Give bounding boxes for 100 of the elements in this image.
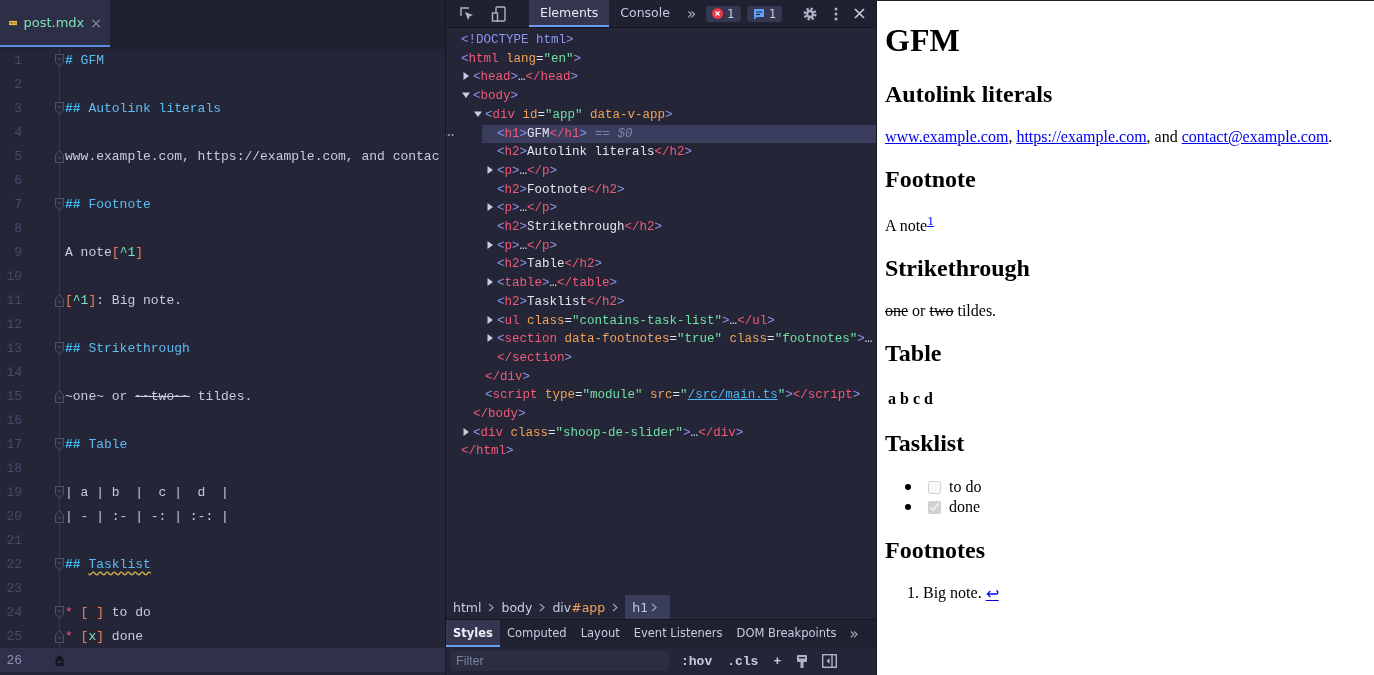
dom-node-label: <h2>Table</h2> [497, 256, 603, 274]
fold-marker-icon[interactable] [54, 101, 64, 115]
fold-marker-icon[interactable] [54, 389, 64, 403]
dom-node-label: <body> [473, 88, 519, 106]
link[interactable]: https://example.com [1016, 127, 1147, 145]
fold-marker-icon[interactable] [54, 149, 64, 163]
error-count-badge[interactable]: 1 [706, 5, 741, 22]
breadcrumb[interactable]: body [501, 595, 533, 619]
code-line: A note[^1] [65, 244, 144, 260]
fold-marker-icon[interactable] [54, 197, 64, 211]
collapsed-triangle-icon[interactable] [486, 334, 494, 343]
close-tab-button[interactable]: × [90, 14, 102, 31]
fold-marker-icon[interactable] [54, 437, 64, 451]
fold-marker-icon[interactable] [54, 53, 64, 67]
fold-marker-icon[interactable] [54, 509, 64, 523]
collapsed-triangle-icon[interactable] [486, 203, 494, 212]
dom-node-label: <h2>Strikethrough</h2> [497, 219, 663, 237]
collapsed-triangle-icon[interactable] [486, 240, 494, 249]
bullet-icon [905, 504, 911, 511]
sidebar-toggle-icon[interactable] [822, 654, 838, 668]
table-header-cell: a [887, 388, 897, 409]
dom-tree-row[interactable]: <div id="app" data-v-app> [470, 105, 876, 125]
dom-tree-row[interactable]: <script type="module" src="/src/main.ts"></script> [470, 386, 876, 406]
panel-tab[interactable]: Styles [446, 620, 500, 647]
fold-marker-icon[interactable] [54, 341, 64, 355]
fold-marker-icon[interactable] [54, 485, 64, 499]
collapsed-triangle-icon[interactable] [486, 315, 494, 324]
panel-tab[interactable]: Computed [499, 620, 574, 647]
collapsed-triangle-icon[interactable] [486, 278, 494, 287]
collapsed-triangle-icon[interactable] [462, 72, 470, 81]
line-number: 26 [5, 652, 22, 668]
dom-tree-row[interactable]: <head>…</head> [458, 68, 876, 88]
more-tabs-button[interactable]: » [843, 620, 869, 647]
console-reference: == $0 [595, 125, 633, 143]
settings-icon[interactable] [802, 5, 819, 22]
collapsed-triangle-icon[interactable] [486, 165, 494, 174]
code-line: | - | :- | -: | :-: | [65, 508, 229, 524]
file-tab[interactable]: post.mdx × [0, 0, 110, 47]
breadcrumb[interactable]: h1 [625, 595, 671, 619]
task-label: to do [949, 478, 982, 497]
panel-tab[interactable]: Event Listeners [626, 620, 730, 647]
footnote-text: Big note. [923, 584, 982, 604]
panel-tab[interactable]: DOM Breakpoints [729, 620, 844, 647]
chevron-right-icon [651, 602, 658, 612]
back-reference-link[interactable]: ↩ [985, 584, 999, 604]
message-count-badge[interactable]: 1 [746, 5, 783, 22]
code-line: [^1]: Big note. [65, 292, 183, 308]
devtools-tab[interactable]: Elements [529, 0, 610, 27]
fold-marker-icon[interactable] [54, 293, 64, 307]
expanded-triangle-icon[interactable] [462, 91, 470, 100]
dom-tree-row[interactable]: <!DOCTYPE html> [446, 31, 876, 50]
style-tool-button[interactable]: :hov [681, 653, 713, 669]
dom-tree-row[interactable]: <h2>Table</h2> [482, 255, 876, 275]
dom-tree-row[interactable]: <ul class="contains-task-list">…</ul> [482, 311, 876, 331]
code-line: ## Footnote [65, 196, 151, 212]
dom-tree-row[interactable]: <p>…</p> [482, 199, 876, 219]
dom-tree-row[interactable]: <html lang="en"> [446, 49, 876, 69]
dom-node-label: <div class="shoop-de-slider">…</div> [473, 424, 744, 442]
dom-tree-row[interactable]: <p>…</p> [482, 161, 876, 181]
dom-tree-row[interactable]: <div class="shoop-de-slider">…</div> [458, 423, 876, 443]
dom-tree-row[interactable]: <h2>Strikethrough</h2> [482, 218, 876, 237]
panel-tab[interactable]: Layout [573, 620, 627, 647]
dom-tree-row[interactable]: <h2>Autolink literals</h2> [482, 143, 876, 162]
dom-tree-row[interactable]: <p>…</p> [482, 236, 876, 256]
device-toggle-icon[interactable] [491, 5, 507, 22]
style-tool-button[interactable]: .cls [727, 653, 759, 669]
more-icon[interactable] [446, 132, 454, 137]
dom-node-label: <html lang="en"> [461, 50, 582, 68]
breadcrumb[interactable]: div#app [552, 595, 606, 619]
mdx-file-icon [9, 18, 18, 27]
link[interactable]: www.example.com [885, 127, 1009, 145]
collapsed-triangle-icon[interactable] [462, 427, 470, 436]
fold-marker-icon[interactable] [54, 629, 64, 643]
close-icon[interactable] [854, 8, 866, 19]
fold-marker-icon[interactable] [54, 605, 64, 619]
fold-marker-icon[interactable] [54, 557, 64, 571]
dom-tree-row[interactable]: <table>…</table> [482, 274, 876, 293]
menu-icon[interactable] [834, 6, 839, 21]
filter-field[interactable]: Filter [450, 651, 669, 671]
dom-tree-row[interactable]: <h2>Footnote</h2> [482, 180, 876, 200]
dom-closing-tag: </div> [485, 367, 531, 387]
devtools-tab[interactable]: Console [609, 0, 681, 27]
dom-closing-tag: </body> [473, 405, 526, 424]
dom-node-label: <!DOCTYPE html> [461, 32, 574, 49]
dom-tree-row[interactable]: <body> [458, 87, 876, 106]
dom-tree-row[interactable]: <h2>Tasklist</h2> [482, 292, 876, 312]
heading: Tasklist [885, 430, 966, 458]
list-number: 1. [907, 584, 919, 604]
heading: Footnote [885, 165, 977, 193]
dom-node-label: <head>…</head> [473, 69, 579, 87]
more-tabs-button[interactable]: » [680, 4, 707, 23]
paint-brush-icon[interactable] [796, 653, 809, 669]
code-line: ## Table [65, 436, 128, 452]
code-line: * [ ] to do [65, 604, 151, 620]
expanded-triangle-icon[interactable] [474, 109, 482, 118]
footnote-link[interactable]: 1 [927, 212, 934, 228]
style-tool-button[interactable]: + [773, 653, 782, 669]
inspect-element-icon[interactable] [459, 5, 475, 22]
breadcrumb[interactable]: html [453, 595, 482, 619]
dom-closing-tag: </html> [461, 442, 514, 462]
